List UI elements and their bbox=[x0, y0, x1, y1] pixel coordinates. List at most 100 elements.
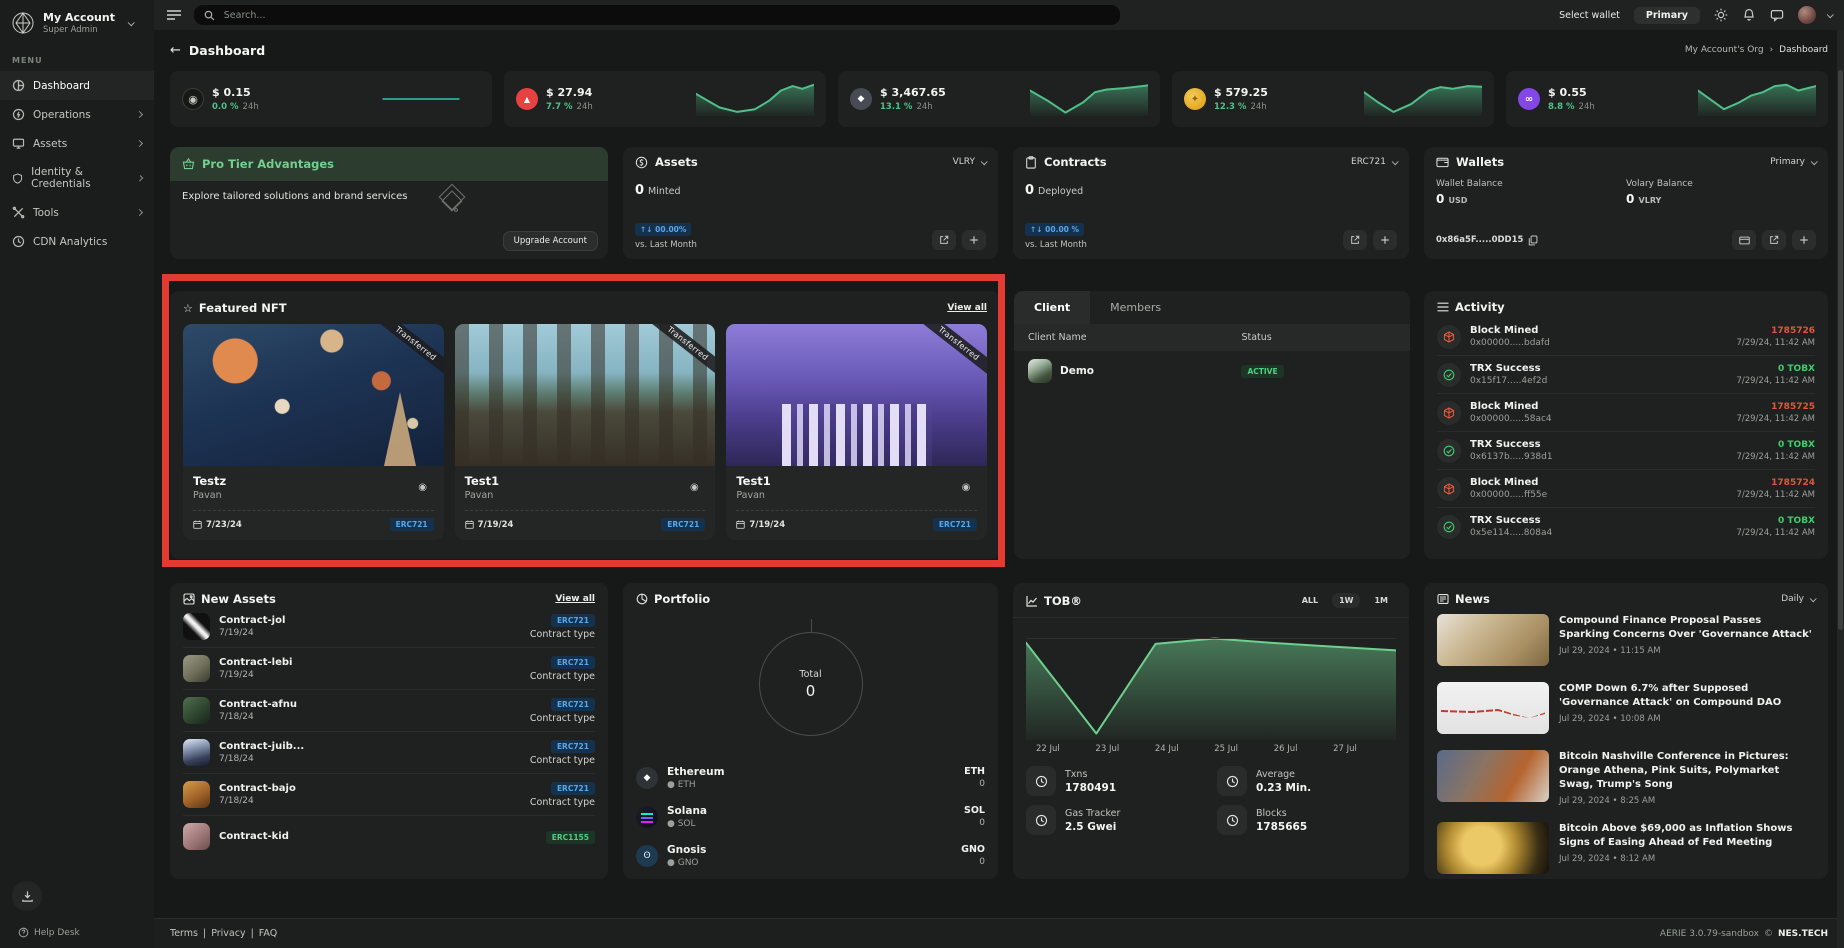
theme-toggle-button[interactable] bbox=[1714, 8, 1728, 22]
assets-add-button[interactable] bbox=[962, 230, 986, 250]
featured-nft-view-all-link[interactable]: View all bbox=[947, 303, 987, 313]
list-item[interactable]: Solana● SOL SOL0 bbox=[636, 797, 985, 836]
list-item[interactable]: ◆ Ethereum● ETH ETH0 bbox=[636, 758, 985, 797]
upgrade-account-button[interactable]: Upgrade Account bbox=[503, 231, 598, 251]
back-button[interactable]: ← bbox=[170, 43, 181, 58]
range-1m-button[interactable]: 1M bbox=[1366, 592, 1396, 609]
list-item[interactable]: Contract-afnu7/18/24 ERC721Contract type bbox=[183, 690, 595, 732]
fingerprint-icon[interactable]: ◉ bbox=[955, 476, 977, 498]
assets-open-button[interactable] bbox=[932, 230, 956, 250]
hamburger-menu-icon[interactable] bbox=[166, 9, 182, 21]
privacy-link[interactable]: Privacy bbox=[211, 928, 245, 939]
list-item[interactable]: Contract-lebi7/19/24 ERC721Contract type bbox=[183, 648, 595, 690]
scrollbar-thumb[interactable] bbox=[1838, 70, 1843, 630]
news-thumbnail bbox=[1437, 750, 1549, 802]
list-item[interactable]: Contract-jol7/19/24 ERC721Contract type bbox=[183, 606, 595, 648]
fingerprint-icon[interactable]: ◉ bbox=[412, 476, 434, 498]
wallets-card-title: Wallets bbox=[1456, 155, 1504, 169]
list-item[interactable]: Block Mined0x00000.....ff55e 17857247/29… bbox=[1437, 470, 1815, 508]
portfolio-asset-symbol: SOL bbox=[964, 805, 985, 816]
list-item[interactable]: TRX Success0x6137b.....938d1 0 TOBX7/29/… bbox=[1437, 432, 1815, 470]
help-desk-link[interactable]: Help Desk bbox=[12, 927, 142, 938]
account-role: Super Admin bbox=[43, 25, 115, 35]
download-icon bbox=[21, 890, 34, 903]
list-item[interactable]: ʘ Gnosis● GNO GNO0 bbox=[636, 836, 985, 875]
contracts-open-button[interactable] bbox=[1343, 230, 1367, 250]
new-assets-title: New Assets bbox=[201, 592, 276, 606]
search-input[interactable] bbox=[222, 9, 1110, 22]
list-item[interactable]: Bitcoin Above $69,000 as Inflation Shows… bbox=[1437, 814, 1815, 879]
breadcrumb-page[interactable]: Dashboard bbox=[1779, 45, 1828, 55]
contracts-filter-dropdown[interactable]: ERC721 bbox=[1351, 157, 1397, 167]
list-item[interactable]: Block Mined0x00000.....58ac4 17857257/29… bbox=[1437, 394, 1815, 432]
assets-filter-dropdown[interactable]: VLRY bbox=[953, 157, 986, 167]
activity-time: 7/29/24, 11:42 AM bbox=[1736, 338, 1815, 348]
contracts-add-button[interactable] bbox=[1373, 230, 1397, 250]
app-logo-icon bbox=[10, 10, 36, 36]
list-item[interactable]: Compound Finance Proposal Passes Sparkin… bbox=[1437, 606, 1815, 674]
portfolio-asset-name: Ethereum bbox=[667, 766, 725, 778]
list-item[interactable]: TRX Success0x15f17.....4ef2d 0 TOBX7/29/… bbox=[1437, 356, 1815, 394]
fingerprint-icon[interactable]: ◉ bbox=[683, 476, 705, 498]
copy-icon[interactable] bbox=[1528, 235, 1538, 246]
ticker-card[interactable]: ∞ $ 0.55 8.8 %24h bbox=[1506, 71, 1828, 127]
download-button[interactable] bbox=[12, 881, 42, 911]
sidebar-item-identity-credentials[interactable]: Identity & Credentials bbox=[0, 158, 154, 198]
wallet-add-button[interactable] bbox=[1792, 230, 1816, 250]
ticker-card[interactable]: ◉ $ 0.15 0.0 %24h bbox=[170, 71, 492, 127]
sidebar-item-dashboard[interactable]: Dashboard bbox=[0, 71, 154, 100]
asset-thumbnail bbox=[183, 823, 210, 850]
ticker-card[interactable]: ◆ $ 3,467.65 13.1 %24h bbox=[838, 71, 1160, 127]
volary-balance-label: Volary Balance bbox=[1626, 179, 1816, 189]
new-assets-view-all-link[interactable]: View all bbox=[555, 594, 595, 604]
tab-client[interactable]: Client bbox=[1014, 291, 1090, 324]
list-item[interactable]: Block Mined0x00000.....bdafd 17857267/29… bbox=[1437, 318, 1815, 356]
list-item[interactable]: TRX Success0x5e114.....808a4 0 TOBX7/29/… bbox=[1437, 508, 1815, 545]
ticker-card[interactable]: ▲ $ 27.94 7.7 %24h bbox=[504, 71, 826, 127]
list-item[interactable]: Contract-kid ERC1155 bbox=[183, 816, 595, 857]
wallet-card-button[interactable] bbox=[1732, 230, 1756, 250]
contracts-change: ↑↓ 00.00 % vs. Last Month bbox=[1025, 222, 1087, 250]
wallets-filter-dropdown[interactable]: Primary bbox=[1770, 157, 1816, 167]
activity-title: Activity bbox=[1455, 300, 1505, 314]
list-item[interactable]: Contract-bajo7/18/24 ERC721Contract type bbox=[183, 774, 595, 816]
portfolio-asset-amount: 0 bbox=[964, 818, 985, 828]
list-item[interactable]: COMP Down 6.7% after Supposed 'Governanc… bbox=[1437, 674, 1815, 742]
asset-name: Contract-lebi bbox=[219, 657, 292, 668]
news-frequency-dropdown[interactable]: Daily bbox=[1781, 594, 1815, 604]
sidebar-item-cdn-analytics[interactable]: CDN Analytics bbox=[0, 227, 154, 256]
tab-members[interactable]: Members bbox=[1090, 291, 1181, 324]
account-switcher[interactable]: My Account Super Admin bbox=[0, 0, 154, 44]
range-1w-button[interactable]: 1W bbox=[1332, 593, 1360, 608]
featured-nft-panel: ☆ Featured NFT View all Transferred Test… bbox=[170, 291, 1000, 559]
ticker-card[interactable]: ✦ $ 579.25 12.3 %24h bbox=[1172, 71, 1494, 127]
breadcrumb: My Account's Org › Dashboard bbox=[1685, 45, 1828, 55]
news-thumbnail bbox=[1437, 682, 1549, 734]
nft-card[interactable]: Transferred Test1 Pavan ◉ 7/19/24 bbox=[455, 324, 716, 540]
faq-link[interactable]: FAQ bbox=[259, 928, 277, 939]
tob-stats-grid: Txns1780491 Average0.23 Min. Gas Tracker… bbox=[1026, 766, 1396, 835]
sidebar-item-assets[interactable]: Assets bbox=[0, 129, 154, 158]
terms-link[interactable]: Terms bbox=[170, 928, 198, 939]
wallet-open-button[interactable] bbox=[1762, 230, 1786, 250]
user-menu[interactable] bbox=[1798, 6, 1832, 24]
primary-wallet-button[interactable]: Primary bbox=[1634, 7, 1700, 24]
stat-label: Gas Tracker bbox=[1065, 808, 1120, 819]
feedback-button[interactable] bbox=[1770, 9, 1784, 22]
notifications-button[interactable] bbox=[1742, 8, 1756, 22]
activity-value: 0 TOBX bbox=[1736, 516, 1815, 526]
sidebar-item-operations[interactable]: Operations bbox=[0, 100, 154, 129]
list-item[interactable]: Contract-juib...7/18/24 ERC721Contract t… bbox=[183, 732, 595, 774]
table-row[interactable]: Demo ACTIVE bbox=[1014, 351, 1410, 391]
nft-card[interactable]: Transferred Test1 Pavan ◉ 7/19/24 bbox=[726, 324, 987, 540]
ticker-price: $ 0.15 bbox=[212, 86, 259, 99]
list-item[interactable]: Bitcoin Nashville Conference in Pictures… bbox=[1437, 742, 1815, 814]
sidebar-item-tools[interactable]: Tools bbox=[0, 198, 154, 227]
scrollbar[interactable] bbox=[1837, 30, 1844, 948]
news-headline: Bitcoin Above $69,000 as Inflation Shows… bbox=[1559, 822, 1815, 850]
nft-card[interactable]: Transferred Testz Pavan ◉ 7/23/24 bbox=[183, 324, 444, 540]
breadcrumb-org[interactable]: My Account's Org bbox=[1685, 45, 1764, 55]
check-circle-icon bbox=[1443, 445, 1455, 457]
range-all-button[interactable]: ALL bbox=[1294, 592, 1326, 609]
select-wallet-button[interactable]: Select wallet bbox=[1559, 10, 1620, 21]
